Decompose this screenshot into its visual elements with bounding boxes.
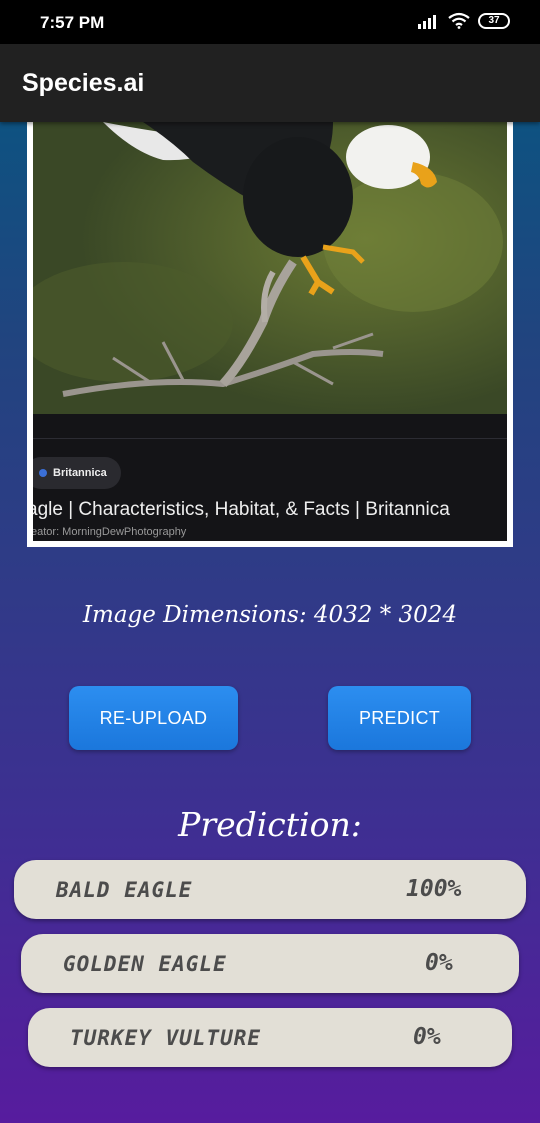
prediction-value: 0%	[413, 1024, 441, 1050]
uploaded-image-frame: Britannica agle | Characteristics, Habit…	[27, 122, 513, 547]
signal-icon	[418, 14, 436, 29]
webpage-screenshot-strip: Britannica agle | Characteristics, Habit…	[33, 414, 507, 541]
eagle-photo-illustration	[33, 122, 507, 414]
prediction-row: Bald Eagle 100%	[14, 860, 526, 919]
divider	[33, 438, 507, 439]
wifi-icon	[448, 12, 470, 29]
prediction-label: Bald Eagle	[56, 878, 193, 902]
prediction-row: Turkey Vulture 0%	[28, 1008, 512, 1067]
prediction-value: 100%	[406, 876, 462, 902]
status-time: 7:57 PM	[40, 13, 105, 32]
status-bar: 7:57 PM 37	[0, 0, 540, 44]
prediction-label: Turkey Vulture	[70, 1026, 262, 1050]
prediction-value: 0%	[425, 950, 453, 976]
source-icon	[39, 469, 47, 477]
prediction-row: Golden Eagle 0%	[21, 934, 519, 993]
source-badge: Britannica	[33, 457, 121, 489]
main-content[interactable]: Britannica agle | Characteristics, Habit…	[0, 122, 540, 1123]
battery-level: 37	[488, 15, 500, 26]
uploaded-image: Britannica agle | Characteristics, Habit…	[33, 122, 507, 541]
reupload-button[interactable]: RE-UPLOAD	[69, 686, 238, 750]
prediction-heading: Prediction:	[178, 805, 362, 844]
app-bar: Species.ai	[0, 44, 540, 122]
prediction-label: Golden Eagle	[63, 952, 227, 976]
app-title: Species.ai	[22, 69, 145, 97]
image-dimensions: Image Dimensions: 4032 * 3024	[82, 602, 458, 628]
image-credit: eator: MorningDewPhotography	[33, 526, 187, 538]
status-icons: 37	[418, 12, 510, 29]
battery-icon: 37	[478, 12, 510, 29]
predict-button[interactable]: PREDICT	[328, 686, 471, 750]
source-badge-label: Britannica	[53, 467, 107, 479]
image-headline: agle | Characteristics, Habitat, & Facts…	[33, 499, 450, 520]
